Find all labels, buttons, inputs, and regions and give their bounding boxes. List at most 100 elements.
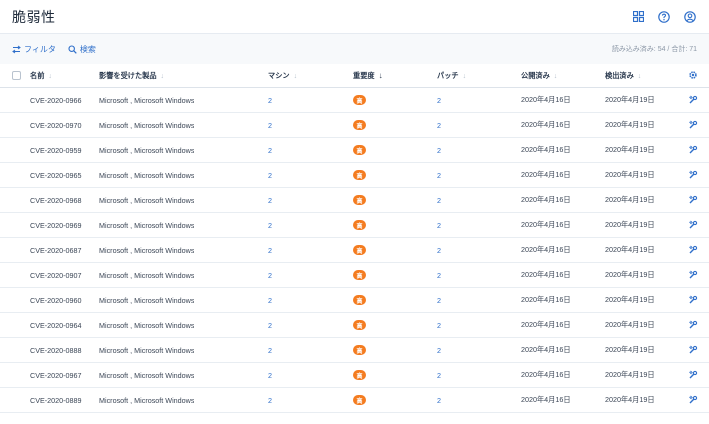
table-row[interactable]: CVE-2020-0889 Microsoft , Microsoft Windo… [0, 388, 709, 413]
patches-link[interactable]: 2 [437, 396, 441, 405]
patches-link[interactable]: 2 [437, 171, 441, 180]
search-label: 検索 [79, 44, 96, 54]
wrench-icon [688, 170, 698, 180]
severity-badge: 高 [353, 395, 366, 405]
row-action-button[interactable] [688, 395, 698, 405]
table-row[interactable]: CVE-2020-0965 Microsoft , Microsoft Windo… [0, 163, 709, 188]
row-action-button[interactable] [688, 145, 698, 155]
table-row[interactable]: CVE-2020-0967 Microsoft , Microsoft Windo… [0, 363, 709, 388]
patches-link[interactable]: 2 [437, 121, 441, 130]
machines-link[interactable]: 2 [268, 221, 272, 230]
account-icon[interactable] [683, 10, 697, 24]
cve-name: CVE-2020-0907 [30, 270, 82, 280]
cve-name: CVE-2020-0889 [30, 395, 82, 405]
column-header-patches[interactable]: パッチ ↓ [437, 71, 466, 81]
row-action-button[interactable] [688, 245, 698, 255]
published-date: 2020年4月16日 [521, 395, 571, 404]
cve-name: CVE-2020-0960 [30, 295, 82, 305]
machines-link[interactable]: 2 [268, 146, 272, 155]
select-all-checkbox[interactable] [12, 71, 22, 80]
wrench-icon [688, 95, 698, 105]
affected-products: Microsoft , Microsoft Windows [99, 345, 195, 355]
help-icon[interactable] [657, 10, 671, 24]
column-header-machines[interactable]: マシン ↓ [268, 71, 297, 81]
table-row[interactable]: CVE-2020-0959 Microsoft , Microsoft Windo… [0, 138, 709, 163]
patches-link[interactable]: 2 [437, 196, 441, 205]
severity-cell: 高 [353, 220, 366, 230]
column-header-published[interactable]: 公開済み ↓ [521, 71, 557, 81]
grid-icon[interactable] [631, 10, 645, 24]
patches-link[interactable]: 2 [437, 146, 441, 155]
machines-link[interactable]: 2 [268, 271, 272, 280]
row-action-button[interactable] [688, 195, 698, 205]
table-row[interactable]: CVE-2020-0966 Microsoft , Microsoft Windo… [0, 88, 709, 113]
column-header-products[interactable]: 影響を受けた製品 ↓ [99, 71, 164, 81]
patches-link[interactable]: 2 [437, 371, 441, 380]
affected-products: Microsoft , Microsoft Windows [99, 120, 195, 130]
wrench-icon [688, 320, 698, 330]
detected-date: 2020年4月19日 [605, 195, 655, 204]
table-row[interactable]: CVE-2020-0970 Microsoft , Microsoft Windo… [0, 113, 709, 138]
table-row[interactable]: CVE-2020-0888 Microsoft , Microsoft Windo… [0, 338, 709, 363]
table-row[interactable]: CVE-2020-0960 Microsoft , Microsoft Windo… [0, 288, 709, 313]
patches-link[interactable]: 2 [437, 346, 441, 355]
table-row[interactable]: CVE-2020-0969 Microsoft , Microsoft Windo… [0, 213, 709, 238]
machines-link[interactable]: 2 [268, 396, 272, 405]
wrench-icon [688, 370, 698, 380]
machines-link[interactable]: 2 [268, 246, 272, 255]
affected-products: Microsoft , Microsoft Windows [99, 145, 195, 155]
machines-link[interactable]: 2 [268, 296, 272, 305]
row-action-button[interactable] [688, 95, 698, 105]
filter-button[interactable]: フィルタ [12, 44, 56, 55]
table-row[interactable]: CVE-2020-0968 Microsoft , Microsoft Windo… [0, 188, 709, 213]
machines-link[interactable]: 2 [268, 346, 272, 355]
severity-badge: 高 [353, 195, 366, 205]
affected-products: Microsoft , Microsoft Windows [99, 245, 195, 255]
row-action-button[interactable] [688, 370, 698, 380]
patches-link[interactable]: 2 [437, 296, 441, 305]
row-action-button[interactable] [688, 170, 698, 180]
cve-name: CVE-2020-0964 [30, 320, 82, 330]
severity-cell: 高 [353, 295, 366, 305]
sort-arrow-icon: ↓ [553, 72, 558, 80]
page-header: 脆弱性 [0, 0, 709, 34]
cve-name: CVE-2020-0968 [30, 195, 82, 205]
machines-link[interactable]: 2 [268, 321, 272, 330]
machines-link[interactable]: 2 [268, 371, 272, 380]
patches-link[interactable]: 2 [437, 246, 441, 255]
machines-link[interactable]: 2 [268, 171, 272, 180]
page-title: 脆弱性 [12, 8, 56, 25]
patches-link[interactable]: 2 [437, 321, 441, 330]
row-action-button[interactable] [688, 320, 698, 330]
cve-name: CVE-2020-0959 [30, 145, 82, 155]
column-header-name[interactable]: 名前 ↓ [30, 71, 52, 81]
row-action-button[interactable] [688, 220, 698, 230]
patches-link[interactable]: 2 [437, 271, 441, 280]
machines-link[interactable]: 2 [268, 96, 272, 105]
table-row[interactable]: CVE-2020-0687 Microsoft , Microsoft Windo… [0, 238, 709, 263]
machines-link[interactable]: 2 [268, 196, 272, 205]
wrench-icon [688, 295, 698, 305]
row-action-button[interactable] [688, 345, 698, 355]
column-header-severity[interactable]: 重要度 ↓ [353, 71, 383, 81]
detected-date: 2020年4月19日 [605, 220, 655, 229]
row-action-button[interactable] [688, 270, 698, 280]
patches-link[interactable]: 2 [437, 221, 441, 230]
severity-cell: 高 [353, 395, 366, 405]
severity-cell: 高 [353, 120, 366, 130]
patches-link[interactable]: 2 [437, 96, 441, 105]
row-action-button[interactable] [688, 295, 698, 305]
wrench-icon [688, 145, 698, 155]
table-row[interactable]: CVE-2020-0964 Microsoft , Microsoft Windo… [0, 313, 709, 338]
column-header-detected[interactable]: 検出済み ↓ [605, 71, 641, 81]
column-settings-button[interactable] [688, 70, 698, 82]
row-action-button[interactable] [688, 120, 698, 130]
machines-link[interactable]: 2 [268, 121, 272, 130]
cve-name: CVE-2020-0970 [30, 120, 82, 130]
wrench-icon [688, 345, 698, 355]
affected-products: Microsoft , Microsoft Windows [99, 220, 195, 230]
table-row[interactable]: CVE-2020-0907 Microsoft , Microsoft Windo… [0, 263, 709, 288]
search-button[interactable]: 検索 [68, 44, 96, 55]
published-date: 2020年4月16日 [521, 345, 571, 354]
published-date: 2020年4月16日 [521, 220, 571, 229]
